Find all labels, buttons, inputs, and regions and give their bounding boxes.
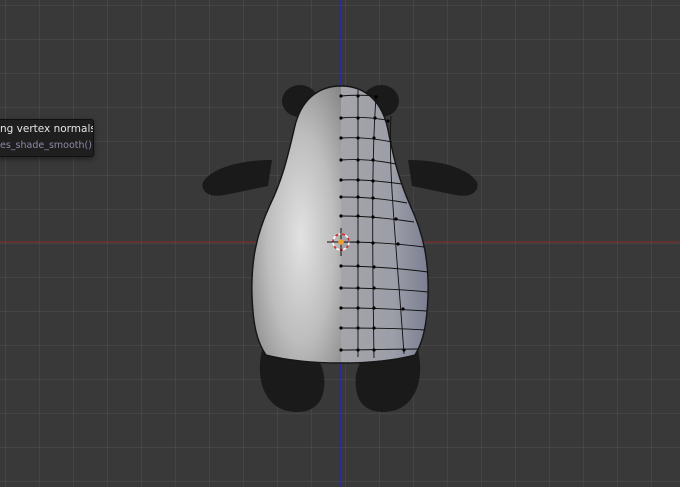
tooltip-description: ng vertex normals) xyxy=(0,123,94,135)
mesh-left-half xyxy=(251,86,341,363)
mesh-right-half xyxy=(341,86,429,363)
operator-tooltip: ng vertex normals) es_shade_smooth() xyxy=(0,119,94,157)
right-arm xyxy=(408,160,478,196)
panda-body-mesh[interactable] xyxy=(251,85,429,364)
tooltip-python-call: es_shade_smooth() xyxy=(0,140,92,151)
left-arm xyxy=(202,160,272,196)
3d-viewport[interactable]: ng vertex normals) es_shade_smooth() xyxy=(0,0,680,487)
viewport-scene xyxy=(0,0,680,487)
